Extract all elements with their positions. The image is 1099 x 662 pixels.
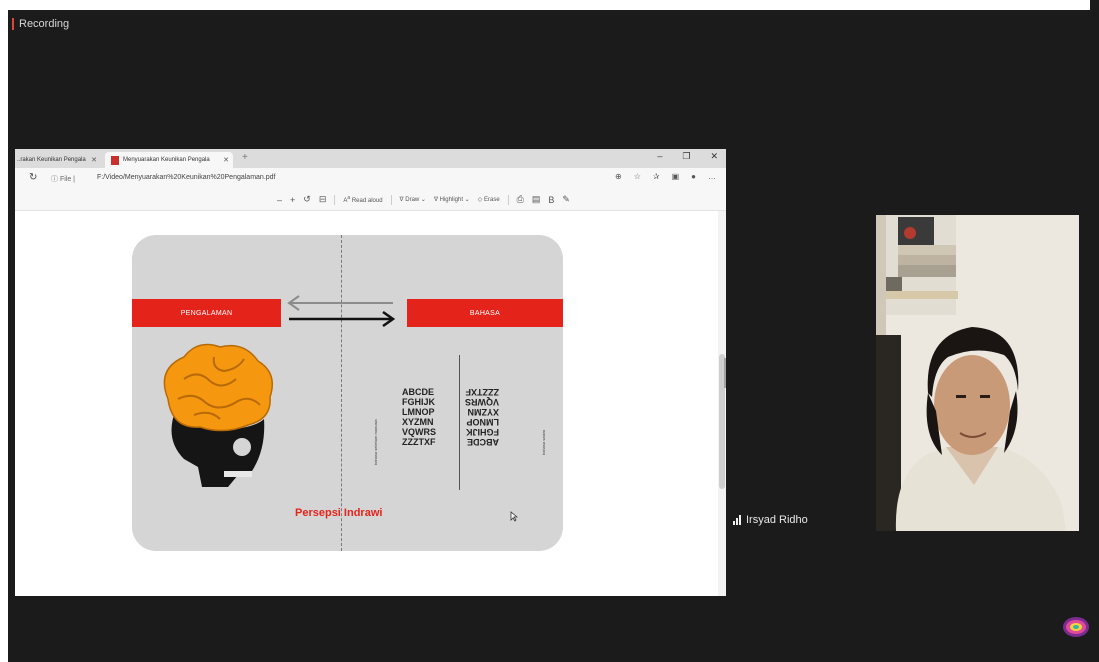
signal-bars-icon — [733, 515, 741, 525]
tab-bar: ..rakan Keunikan Pengala ✕ Menyuarakan K… — [15, 149, 726, 168]
scheme-label: File — [59, 176, 72, 183]
vertical-divider — [459, 355, 460, 490]
tab-active[interactable]: Menyuarakan Keunikan Pengala ✕ — [105, 152, 233, 168]
mirrored-line: FGHIJK — [466, 427, 500, 437]
mirrored-line: ZZZTXF — [465, 387, 500, 397]
favorites-list-icon[interactable]: ✰ — [653, 172, 660, 181]
more-menu-icon[interactable]: … — [708, 172, 716, 181]
alphabet-line: LMNOP — [402, 407, 435, 417]
fit-page-icon[interactable]: ⊟ — [319, 194, 327, 205]
brain-skull-illustration — [163, 343, 273, 487]
recording-label: Recording — [19, 18, 70, 30]
new-tab-button[interactable]: + — [242, 152, 248, 163]
toolbar-divider — [507, 194, 509, 205]
close-tab-icon[interactable]: ✕ — [91, 156, 97, 164]
meeting-window: Recording ..rakan Keunikan Pengala ✕ Men… — [8, 10, 1090, 662]
zoom-icon[interactable]: ⊕ — [615, 172, 622, 181]
double-arrow-icon — [287, 295, 396, 327]
slide-divider — [341, 235, 342, 551]
pin-icon[interactable]: ✎ — [562, 194, 570, 205]
split-handle[interactable] — [724, 358, 726, 388]
alphabet-line: XYZMN — [402, 417, 434, 427]
draw-button[interactable]: ∇ Draw ⌄ — [400, 196, 426, 203]
close-window-button[interactable]: ✕ — [710, 151, 718, 162]
erase-label: Erase — [483, 197, 500, 203]
mirrored-line: VQWRS — [465, 397, 500, 407]
read-aloud-label: Read aloud — [351, 198, 383, 204]
alphabet-line: ABCDE — [402, 387, 435, 397]
favorite-icon[interactable]: ☆ — [634, 172, 641, 181]
pdf-toolbar: – + ↺ ⊟ Aa Read aloud ∇ Draw ⌄ ∇ Highlig… — [15, 189, 726, 211]
address-scheme: ⓘ File | — [51, 176, 75, 183]
mirrored-line: XYZMN — [467, 407, 500, 417]
app-logo-icon — [1063, 617, 1089, 637]
save-icon[interactable]: ▤ — [532, 194, 541, 205]
right-frame — [1090, 0, 1099, 662]
alphabet-block: ABCDE FGHIJK LMNOP XYZMN VQWRS ZZZTXF — [402, 387, 436, 447]
recording-indicator: Recording — [12, 18, 69, 30]
highlight-label: Highlight — [439, 197, 463, 203]
webcam-image — [876, 215, 1079, 531]
tab-label: Menyuarakan Keunikan Pengala — [123, 157, 210, 163]
alphabet-line: FGHIJK — [402, 397, 436, 407]
profile-icon[interactable]: ● — [691, 172, 696, 181]
print-icon[interactable]: ⎙ — [517, 194, 524, 205]
save-as-icon[interactable]: B — [548, 195, 554, 205]
maximize-button[interactable]: ❐ — [682, 151, 690, 162]
address-bar: ↻ ⓘ File | F:/Video/Menyuarakan%20Keunik… — [15, 168, 726, 189]
participant-video[interactable] — [876, 215, 1079, 531]
zoom-out-button[interactable]: – — [277, 195, 282, 205]
alphabet-line: VQWRS — [402, 427, 437, 437]
refresh-icon[interactable]: ↻ — [29, 172, 37, 183]
toolbar-divider — [334, 194, 336, 205]
pdf-slide: PENGALAMAN BAHASA ABCDE FGHIJK LMNOP XYZ… — [132, 235, 563, 551]
screen: Recording ..rakan Keunikan Pengala ✕ Men… — [0, 0, 1099, 662]
zoom-in-button[interactable]: + — [290, 195, 295, 205]
banner-pengalaman: PENGALAMAN — [132, 299, 281, 327]
mirrored-alphabet-block: ABCDE FGHIJK LMNOP XYZMN VQWRS ZZZTXF — [465, 387, 499, 447]
draw-label: Draw — [405, 197, 420, 203]
shared-browser-window[interactable]: ..rakan Keunikan Pengala ✕ Menyuarakan K… — [15, 149, 726, 596]
participant-name: Irsyad Ridho — [746, 514, 808, 526]
right-vertical-label: bahasa sastra — [541, 429, 546, 455]
tab-inactive[interactable]: ..rakan Keunikan Pengala ✕ — [15, 152, 101, 168]
erase-button[interactable]: ◇ Erase — [478, 196, 500, 203]
pdf-icon — [111, 155, 119, 165]
slide-caption: Persepsi Indrawi — [295, 507, 383, 519]
recording-dot-icon — [12, 18, 14, 30]
mirrored-line: ABCDE — [467, 437, 500, 447]
highlight-button[interactable]: ∇ Highlight ⌄ — [434, 196, 470, 203]
participant-name-tag: Irsyad Ridho — [733, 514, 808, 526]
read-aloud-button[interactable]: Aa Read aloud — [343, 195, 382, 204]
minimize-button[interactable]: – — [657, 151, 662, 162]
close-tab-icon[interactable]: ✕ — [223, 156, 229, 164]
address-actions: ⊕ ☆ ✰ ▣ ● … — [615, 172, 716, 181]
toolbar-divider — [390, 194, 392, 205]
tab-label: ..rakan Keunikan Pengala — [17, 157, 86, 163]
alphabet-line: ZZZTXF — [402, 437, 436, 447]
url-field[interactable]: F:/Video/Menyuarakan%20Keunikan%20Pengal… — [97, 174, 276, 181]
window-controls: – ❐ ✕ — [657, 151, 718, 162]
cursor-icon — [510, 511, 518, 522]
left-vertical-label: bahasa sebelum manusia — [373, 419, 378, 465]
collections-icon[interactable]: ▣ — [672, 172, 680, 181]
banner-bahasa: BAHASA — [407, 299, 563, 327]
mirrored-line: LMNOP — [466, 417, 500, 427]
rotate-icon[interactable]: ↺ — [303, 194, 311, 205]
